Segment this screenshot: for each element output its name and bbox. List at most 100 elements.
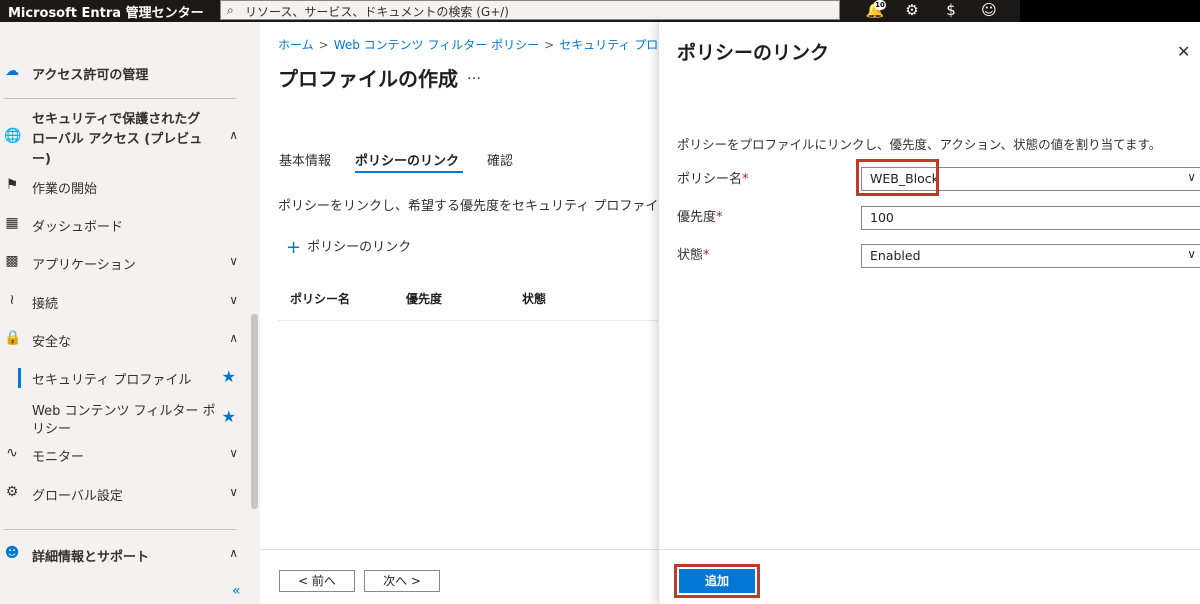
- more-icon[interactable]: …: [467, 67, 481, 83]
- sidebar-item-web-content-filtering[interactable]: Web コンテンツ フィルター ポ リシー ★: [0, 398, 250, 438]
- sidebar-item-connect[interactable]: ≀ 接続 ∨: [0, 291, 250, 313]
- sidebar-scrollbar[interactable]: [251, 314, 258, 509]
- column-header-state[interactable]: 状態: [522, 290, 546, 307]
- required-marker: *: [716, 210, 723, 225]
- dashboard-icon: ▦: [5, 215, 19, 231]
- chevron-down-icon[interactable]: ∨: [229, 446, 238, 460]
- chevron-down-icon[interactable]: ∨: [229, 485, 238, 499]
- chevron-down-icon: ∨: [1187, 170, 1196, 184]
- globe-icon: 🌐: [4, 128, 22, 144]
- table-header-divider: [278, 320, 658, 321]
- chevron-up-icon[interactable]: ∧: [229, 331, 238, 345]
- sidebar-item-label: セキュリティ プロファイル: [32, 373, 192, 388]
- panel-footer-divider: [659, 549, 1200, 550]
- top-bar: Microsoft Entra 管理センター ⌕ リソース、サービス、ドキュメン…: [0, 0, 1200, 30]
- plus-icon: +: [286, 237, 302, 258]
- breadcrumb-home[interactable]: ホーム: [278, 38, 314, 52]
- sidebar-item-global-settings[interactable]: ⚙ グローバル設定 ∨: [0, 483, 250, 505]
- sidebar-item-secure[interactable]: 🔒 安全な ∧: [0, 329, 250, 351]
- tab-review[interactable]: 確認: [487, 150, 513, 169]
- tab-basics[interactable]: 基本情報: [279, 150, 331, 169]
- footer-divider: [260, 549, 660, 550]
- active-tab-indicator: [355, 171, 463, 173]
- person-icon: ☻: [4, 545, 20, 561]
- sidebar-item-label: アクセス許可の管理: [32, 68, 149, 83]
- tab-link-policy[interactable]: ポリシーのリンク: [355, 150, 459, 169]
- notification-badge: 10: [874, 0, 886, 10]
- chevron-up-icon[interactable]: ∧: [229, 128, 238, 142]
- collapse-sidebar-icon[interactable]: «: [232, 583, 241, 599]
- monitor-icon: ∿: [6, 445, 18, 461]
- sidebar: ☁ アクセス許可の管理 🌐 セキュリティで保護されたグ ローバル アクセス (プ…: [0, 22, 260, 604]
- cloud-icon: ☁: [5, 63, 19, 79]
- column-header-policy-name[interactable]: ポリシー名: [290, 290, 350, 307]
- policy-name-label: ポリシー名*: [677, 168, 749, 187]
- link-policy-label: ポリシーのリンク: [307, 240, 412, 255]
- panel-title: ポリシーのリンク: [677, 42, 830, 64]
- apps-icon: ▩: [5, 253, 19, 269]
- star-icon[interactable]: ★: [222, 407, 236, 426]
- sidebar-item-label: ローバル アクセス (プレビュ: [32, 132, 203, 147]
- breadcrumb: ホーム > Web コンテンツ フィルター ポリシー > セキュリティ プロファイル: [278, 36, 706, 53]
- previous-button[interactable]: < 前へ: [279, 570, 355, 592]
- sidebar-item-label: グローバル設定: [32, 489, 123, 504]
- gear-icon[interactable]: ⚙: [899, 0, 925, 22]
- sidebar-item-label: セキュリティで保護されたグ: [32, 112, 201, 127]
- sidebar-item-label: 詳細情報とサポート: [32, 550, 150, 565]
- help-icon[interactable]: $: [938, 0, 964, 22]
- sidebar-item-label: 安全な: [32, 335, 72, 350]
- feedback-icon[interactable]: ☺: [976, 0, 1002, 22]
- sidebar-item-dashboard[interactable]: ▦ ダッシュボード: [0, 214, 250, 236]
- chevron-down-icon: ∨: [1187, 247, 1196, 261]
- link-policy-panel: ポリシーのリンク ✕ ポリシーをプロファイルにリンクし、優先度、アクション、状態…: [658, 22, 1200, 604]
- next-button[interactable]: 次へ >: [364, 570, 440, 592]
- chevron-down-icon[interactable]: ∨: [229, 293, 238, 307]
- link-policy-button[interactable]: + ポリシーのリンク: [286, 236, 411, 258]
- sidebar-item-global-secure-access[interactable]: 🌐 セキュリティで保護されたグ ローバル アクセス (プレビュ ー) ∧: [0, 106, 250, 168]
- sidebar-item-label: Web コンテンツ フィルター ポ: [32, 404, 216, 419]
- sidebar-item-learn-support[interactable]: ☻ 詳細情報とサポート ∧: [0, 544, 250, 566]
- connect-icon: ≀: [9, 292, 15, 308]
- sidebar-item-label: ー): [32, 152, 51, 167]
- search-input[interactable]: ⌕ リソース、サービス、ドキュメントの検索 (G+/): [220, 0, 840, 20]
- chevron-right-icon: >: [318, 38, 329, 52]
- flag-icon: ⚑: [5, 177, 19, 193]
- search-placeholder: リソース、サービス、ドキュメントの検索 (G+/): [245, 5, 509, 19]
- required-marker: *: [703, 248, 710, 263]
- sidebar-divider: [4, 529, 236, 530]
- brand-title[interactable]: Microsoft Entra 管理センター: [8, 2, 204, 21]
- close-icon[interactable]: ✕: [1177, 42, 1190, 61]
- sidebar-item-label: ダッシュボード: [32, 220, 124, 235]
- state-label: 状態*: [677, 244, 710, 263]
- star-icon[interactable]: ★: [222, 367, 236, 386]
- highlight-box: [674, 564, 760, 598]
- chevron-up-icon[interactable]: ∧: [229, 546, 238, 560]
- required-marker: *: [742, 172, 749, 187]
- highlight-box: [856, 159, 939, 196]
- sidebar-item-label: リシー: [32, 422, 72, 437]
- page-title: プロファイルの作成: [278, 67, 458, 91]
- sidebar-item-security-profiles[interactable]: セキュリティ プロファイル ★: [0, 367, 250, 389]
- field-label-text: ポリシー名: [677, 172, 743, 187]
- search-icon: ⌕: [227, 3, 234, 17]
- sidebar-divider: [4, 98, 236, 99]
- breadcrumb-web-content-filtering[interactable]: Web コンテンツ フィルター ポリシー: [334, 38, 539, 52]
- sidebar-item-label: アプリケーション: [32, 258, 136, 273]
- sidebar-item-label: 接続: [32, 297, 59, 312]
- column-header-priority[interactable]: 優先度: [406, 290, 442, 307]
- sidebar-item-getting-started[interactable]: ⚑ 作業の開始: [0, 176, 250, 198]
- priority-input[interactable]: 100: [861, 206, 1200, 230]
- priority-value: 100: [870, 210, 894, 225]
- state-value: Enabled: [870, 248, 921, 263]
- lock-icon: 🔒: [4, 330, 22, 346]
- state-dropdown[interactable]: Enabled ∨: [861, 244, 1200, 268]
- sidebar-item-label: モニター: [32, 450, 85, 465]
- settings-icon: ⚙: [5, 484, 19, 500]
- chevron-down-icon[interactable]: ∨: [229, 254, 238, 268]
- sidebar-item-permissions[interactable]: ☁ アクセス許可の管理: [0, 62, 250, 84]
- sidebar-item-monitor[interactable]: ∿ モニター ∨: [0, 444, 250, 466]
- sidebar-item-applications[interactable]: ▩ アプリケーション ∨: [0, 252, 250, 274]
- chevron-right-icon: >: [544, 38, 555, 52]
- tab-description: ポリシーをリンクし、希望する優先度をセキュリティ プロファイル: [278, 199, 658, 214]
- field-label-text: 優先度: [677, 210, 717, 225]
